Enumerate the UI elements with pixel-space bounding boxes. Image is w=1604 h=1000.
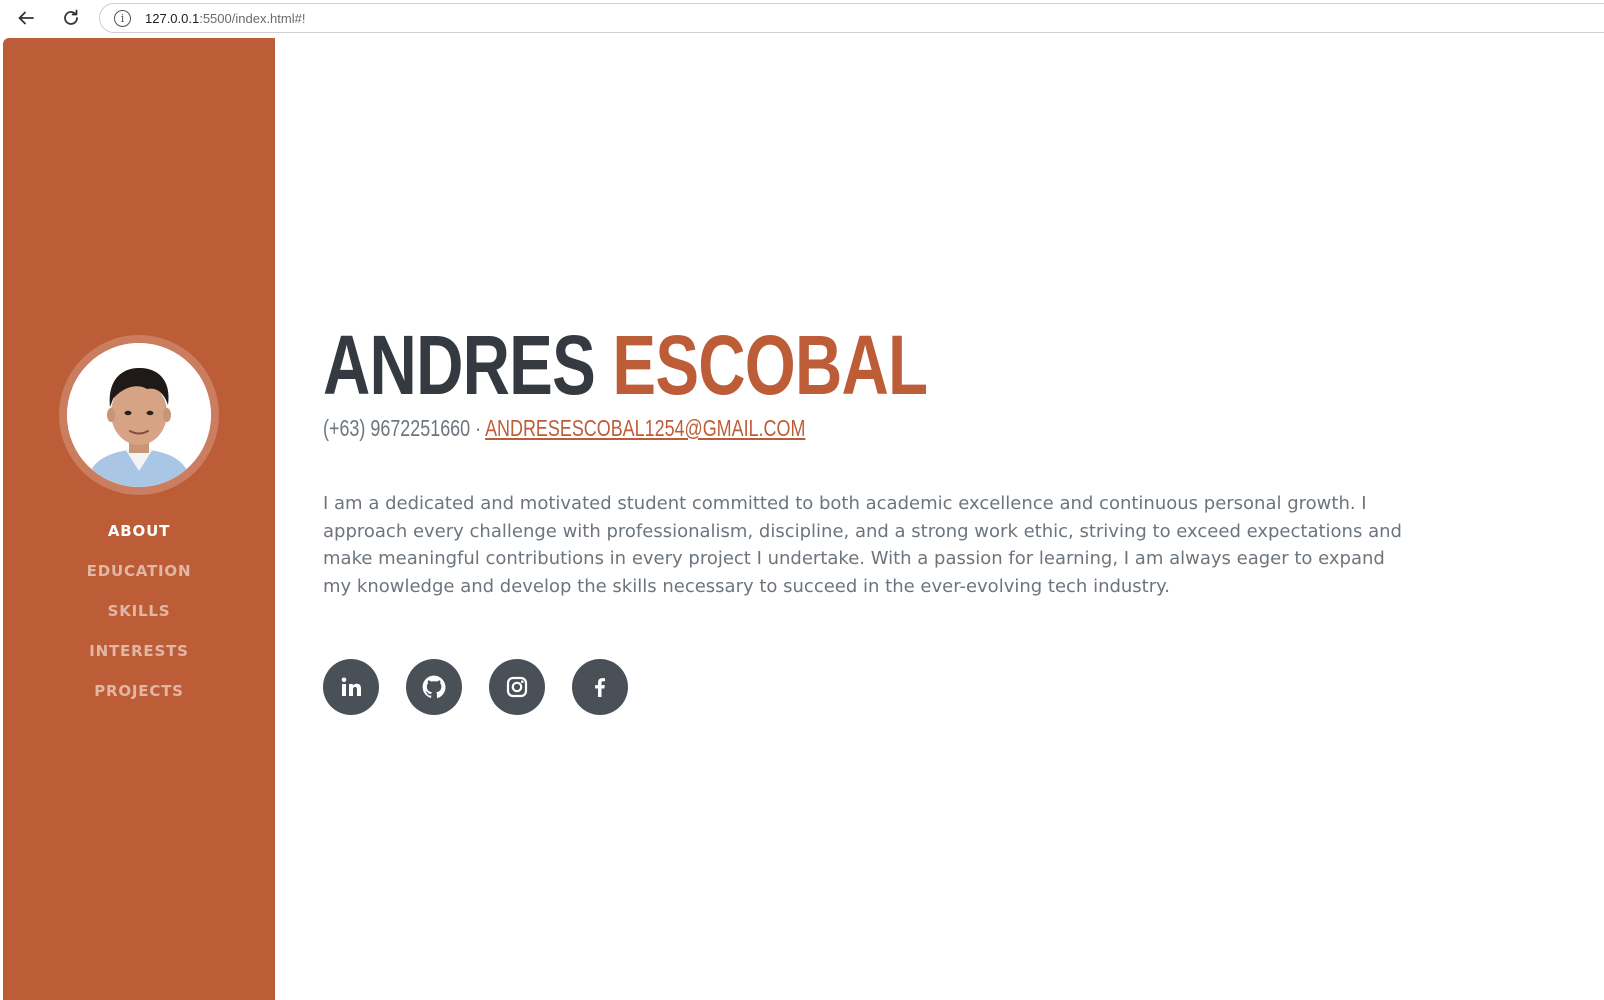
social-icons — [323, 659, 628, 715]
back-arrow-icon[interactable] — [14, 6, 38, 30]
github-icon — [421, 674, 447, 700]
profile-photo — [67, 343, 211, 487]
nav-item-interests[interactable]: INTERESTS — [3, 631, 275, 671]
url-path: :5500/index.html#! — [199, 10, 306, 26]
sidebar: ABOUT EDUCATION SKILLS INTERESTS PROJECT… — [3, 38, 275, 1000]
main-content: ANDRES ESCOBAL (+63) 9672251660 · andres… — [275, 38, 1604, 1000]
nav-item-education[interactable]: EDUCATION — [3, 551, 275, 591]
profile-photo-frame — [59, 335, 219, 495]
first-name: ANDRES — [323, 318, 596, 412]
browser-toolbar: i 127.0.0.1:5500/index.html#! — [0, 0, 1604, 37]
linkedin-button[interactable] — [323, 659, 379, 715]
sidebar-nav: ABOUT EDUCATION SKILLS INTERESTS PROJECT… — [3, 511, 275, 711]
nav-item-projects[interactable]: PROJECTS — [3, 671, 275, 711]
facebook-icon — [588, 675, 612, 699]
facebook-button[interactable] — [572, 659, 628, 715]
address-bar[interactable]: i 127.0.0.1:5500/index.html#! — [99, 3, 1604, 33]
instagram-icon — [505, 675, 529, 699]
about-paragraph: I am a dedicated and motivated student c… — [323, 493, 1402, 597]
url-host: 127.0.0.1 — [145, 10, 200, 26]
page-title: ANDRES ESCOBAL — [323, 318, 928, 412]
phone-number: (+63) 9672251660 · — [323, 415, 482, 441]
email-link[interactable]: andresescobal1254@gmail.com — [485, 415, 805, 441]
contact-line: (+63) 9672251660 · andresescobal1254@gma… — [323, 415, 805, 442]
linkedin-icon — [339, 675, 363, 699]
instagram-button[interactable] — [489, 659, 545, 715]
site-info-icon[interactable]: i — [114, 9, 131, 27]
nav-item-about[interactable]: ABOUT — [3, 511, 275, 551]
nav-item-skills[interactable]: SKILLS — [3, 591, 275, 631]
last-name: ESCOBAL — [612, 318, 928, 412]
github-button[interactable] — [406, 659, 462, 715]
reload-icon[interactable] — [59, 6, 83, 30]
